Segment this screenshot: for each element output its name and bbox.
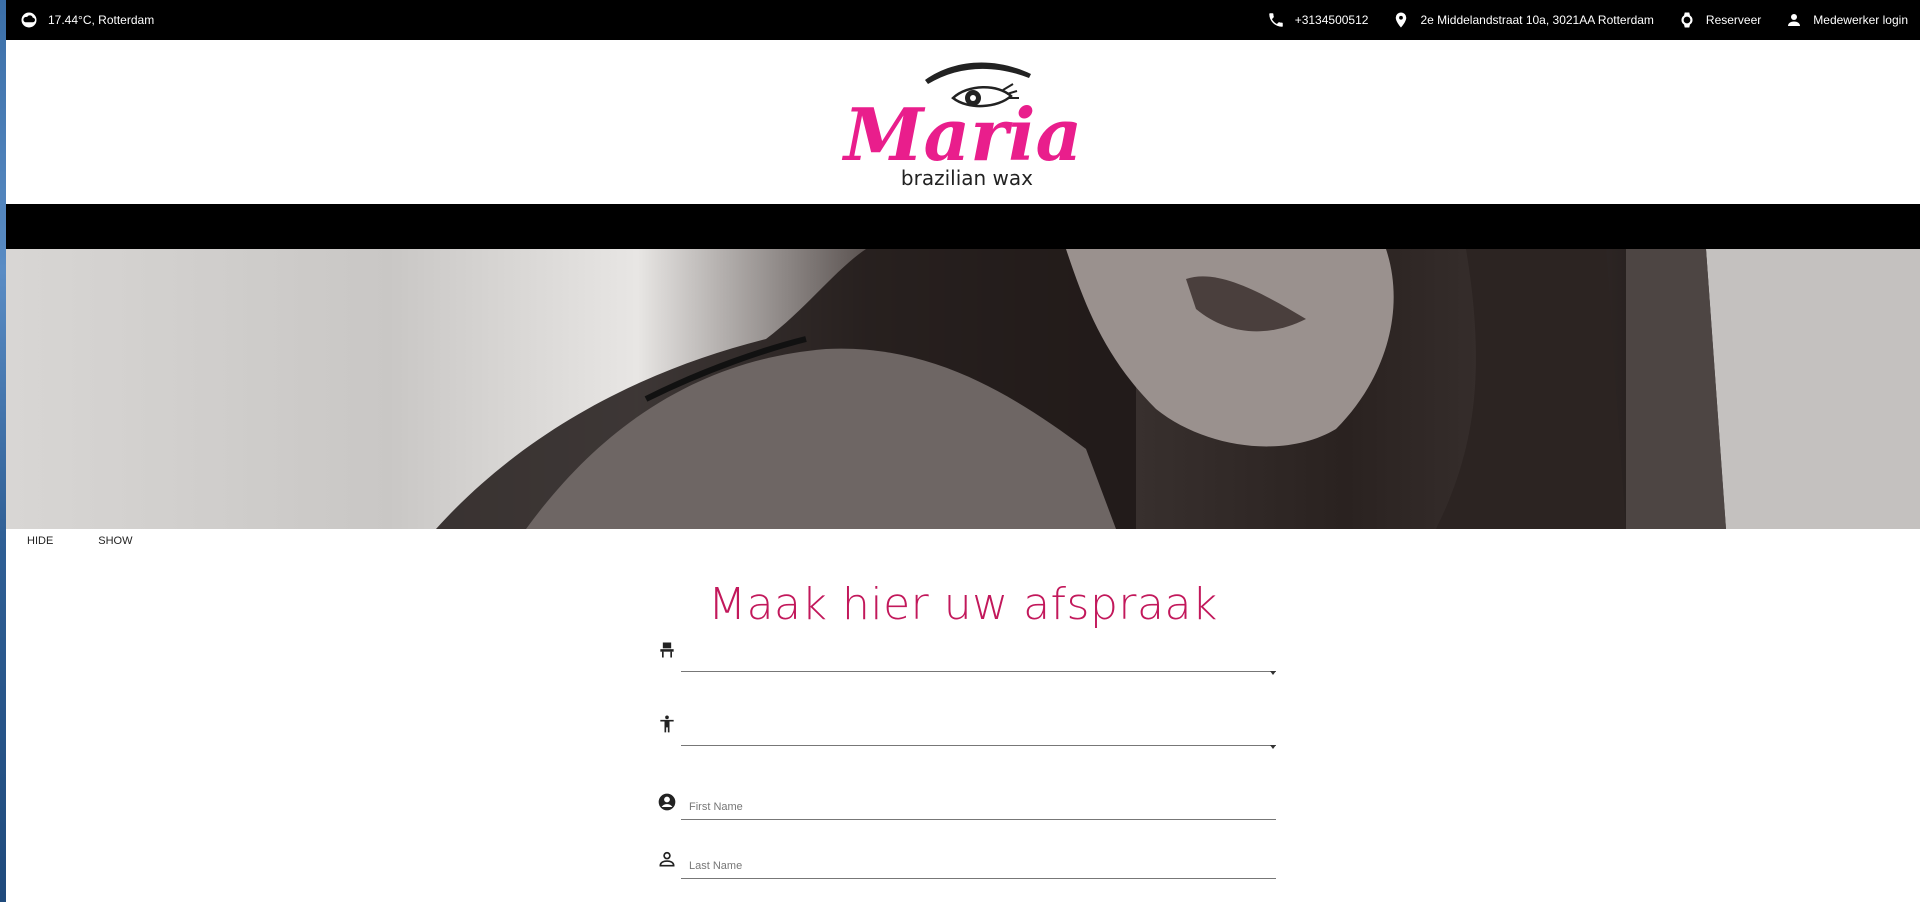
top-bar: 17.44°C, Rotterdam +3134500512 2e Middel… [6,0,1920,40]
person-icon [1785,11,1803,29]
account-circle-icon [657,792,677,812]
nav-bar [6,204,1920,249]
reserve-text: Reserveer [1705,13,1762,27]
first-name-row: First Name [651,788,1281,848]
weather-text: 17.44°C, Rotterdam [48,13,155,27]
phone-icon [1267,11,1285,29]
hide-button[interactable]: HIDE [27,535,53,547]
treatment-select-row [651,704,1281,778]
employee-login-text: Medewerker login [1813,13,1908,27]
salon-select-row [651,630,1281,704]
person-outline-icon [657,849,677,869]
appointment-form [651,630,1281,778]
hero-image [6,249,1920,529]
cloud-icon [20,11,38,29]
logo-area: Maria brazilian wax [6,40,1920,204]
maria-logo[interactable]: Maria brazilian wax [833,52,1093,192]
accessibility-icon [657,714,677,734]
page: 17.44°C, Rotterdam +3134500512 2e Middel… [6,0,1920,902]
logo-name: Maria [841,92,1082,177]
first-name-input[interactable]: First Name [681,788,1276,820]
last-name-input[interactable]: Last Name [681,845,1276,879]
watch-icon [1678,11,1696,29]
treatment-select[interactable] [681,706,1276,749]
address-link[interactable]: 2e Middelandstraat 10a, 3021AA Rotterdam [1392,11,1654,29]
salon-select[interactable] [681,632,1276,675]
weather-info: 17.44°C, Rotterdam [20,11,154,29]
seat-icon [657,640,677,660]
address-text: 2e Middelandstraat 10a, 3021AA Rotterdam [1420,13,1654,27]
form-title: Maak hier uw afspraak [708,579,1218,630]
location-pin-icon [1392,11,1410,29]
logo-tagline: brazilian wax [901,166,1033,190]
employee-login-link[interactable]: Medewerker login [1785,11,1908,29]
chevron-down-icon [1270,671,1276,675]
last-name-row: Last Name [651,845,1281,895]
reserve-link[interactable]: Reserveer [1678,11,1761,29]
phone-link[interactable]: +3134500512 [1267,11,1369,29]
toggle-bar: HIDE SHOW [6,529,1920,553]
chevron-down-icon [1270,745,1276,749]
show-button[interactable]: SHOW [98,535,132,547]
phone-text: +3134500512 [1294,13,1369,27]
